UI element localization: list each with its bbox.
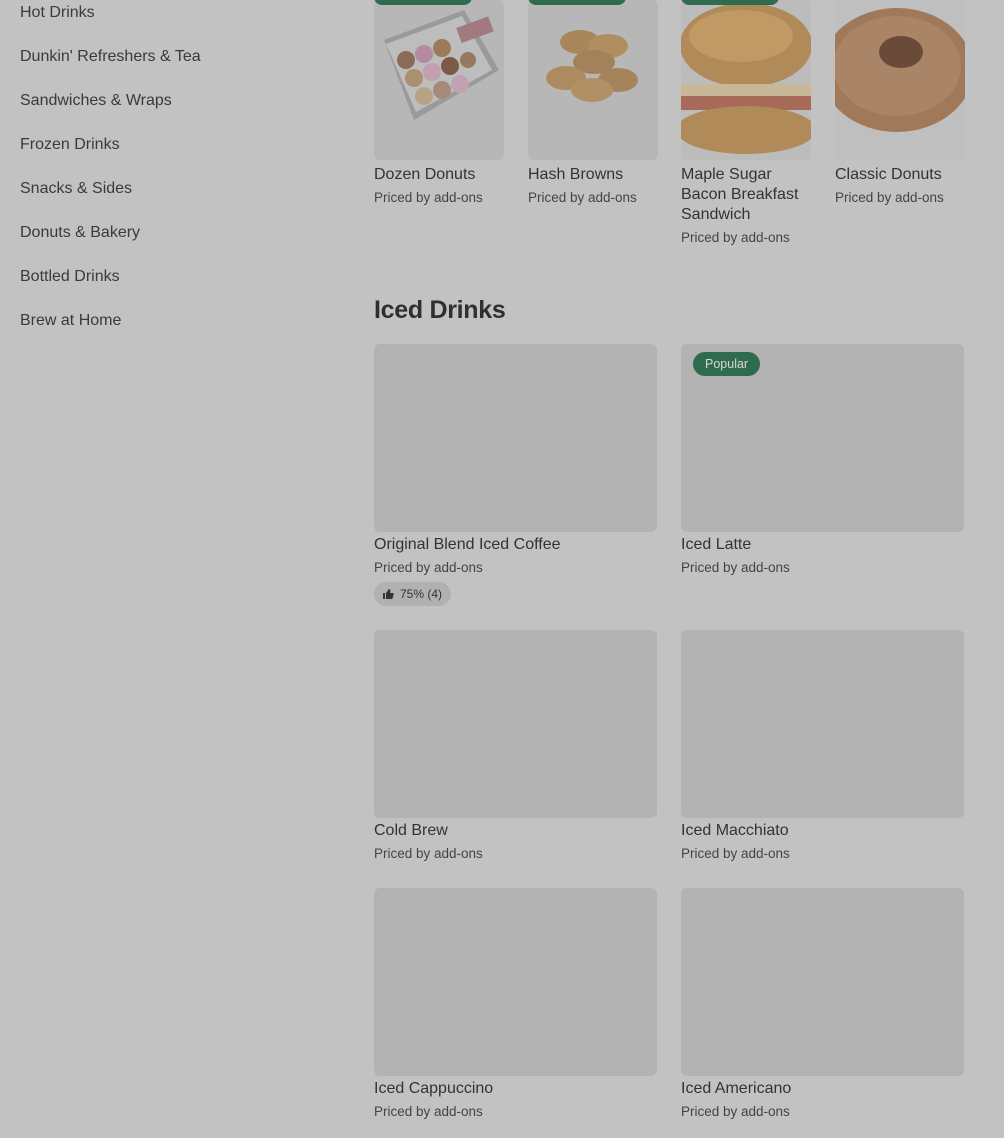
item-name: Dozen Donuts [374,166,476,183]
item-price: Priced by add-ons [681,846,790,861]
item-price: Priced by add-ons [374,560,483,575]
menu-item-card[interactable]: Original Blend Iced Coffee Priced by add… [374,344,657,606]
item-price: Priced by add-ons [681,1104,790,1119]
item-image-placeholder [681,888,964,1076]
item-image-placeholder [374,344,657,532]
item-name: Hash Browns [528,166,624,183]
donut-image [835,0,965,160]
sidebar-item-refreshers-tea[interactable]: Dunkin' Refreshers & Tea [20,48,201,66]
item-price: Priced by add-ons [374,846,483,861]
hash-browns-image [528,0,658,160]
sidebar-item-sandwiches-wraps[interactable]: Sandwiches & Wraps [20,92,172,110]
item-price: Priced by add-ons [374,1104,483,1119]
item-price: Priced by add-ons [374,190,483,205]
sidebar-item-snacks-sides[interactable]: Snacks & Sides [20,180,132,198]
badge [681,0,779,5]
menu-item-card[interactable]: Popular Iced Latte Priced by add-ons [681,344,964,584]
sidebar-item-bottled-drinks[interactable]: Bottled Drinks [20,268,120,286]
croissant-sandwich-image [681,0,811,160]
sidebar-item-brew-at-home[interactable]: Brew at Home [20,312,121,330]
sidebar-item-frozen-drinks[interactable]: Frozen Drinks [20,136,120,154]
item-name: Original Blend Iced Coffee [374,536,561,553]
item-name: Cold Brew [374,822,448,839]
item-price: Priced by add-ons [835,190,944,205]
menu-item-card[interactable]: Cold Brew Priced by add-ons [374,630,657,870]
sidebar-item-donuts-bakery[interactable]: Donuts & Bakery [20,224,140,242]
badge [528,0,626,5]
item-price: Priced by add-ons [681,230,790,245]
item-name: Iced Cappuccino [374,1080,494,1097]
rating-text: 75% (4) [400,587,443,601]
item-name: Iced Macchiato [681,822,789,839]
item-price: Priced by add-ons [681,560,790,575]
menu-item-card[interactable]: Classic Donuts Priced by add-ons [835,0,965,220]
rating-badge: 75% (4) [374,582,452,606]
item-image-placeholder [374,630,657,818]
menu-item-card[interactable]: Hash Browns Priced by add-ons [528,0,658,220]
item-name: Iced Americano [681,1080,792,1097]
item-name: Iced Latte [681,536,752,553]
menu-item-card[interactable]: Iced Americano Priced by add-ons [681,888,964,1133]
sidebar-item-hot-drinks[interactable]: Hot Drinks [20,4,95,22]
item-price: Priced by add-ons [528,190,637,205]
item-image-placeholder [374,888,657,1076]
donut-box-image [374,0,504,160]
badge [374,0,472,5]
menu-item-card[interactable]: Dozen Donuts Priced by add-ons [374,0,504,220]
menu-item-card[interactable]: Iced Macchiato Priced by add-ons [681,630,964,870]
menu-item-card[interactable]: Iced Cappuccino Priced by add-ons [374,888,657,1133]
item-name: Maple Sugar Bacon Breakfast Sandwich [681,166,799,223]
thumbs-up-icon [383,589,394,599]
item-name: Classic Donuts [835,166,942,183]
item-image-placeholder [681,630,964,818]
popular-badge: Popular [693,352,761,376]
section-title: Iced Drinks [374,296,506,324]
menu-item-card[interactable]: Maple Sugar Bacon Breakfast Sandwich Pri… [681,0,811,250]
